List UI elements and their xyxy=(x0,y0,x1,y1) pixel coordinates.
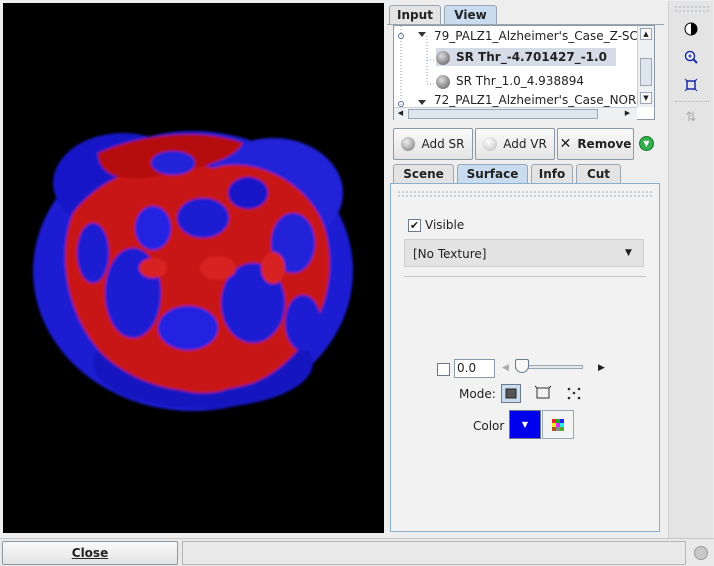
texture-value: [No Texture] xyxy=(413,247,487,261)
tab-info[interactable]: Info xyxy=(531,164,573,183)
tree-item-dataset[interactable]: 72_PALZ1_Alzheimer's_Case_NORM xyxy=(434,94,647,107)
expand-icon xyxy=(418,32,426,37)
remove-button[interactable]: ✕ Remove xyxy=(557,128,634,160)
mode-solid-button[interactable] xyxy=(501,384,521,403)
object-tree[interactable]: 79_PALZ1_Alzheimer's_Case_Z-SCO SR Thr_-… xyxy=(393,25,655,120)
add-sr-button[interactable]: Add SR xyxy=(393,128,473,160)
fit-view-icon xyxy=(684,78,698,92)
add-sr-icon xyxy=(401,137,416,151)
status-indicator-icon xyxy=(694,546,708,560)
mode-solid-icon xyxy=(505,388,517,399)
add-vr-label: Add VR xyxy=(503,137,547,151)
divider xyxy=(404,276,646,277)
scroll-thumb[interactable] xyxy=(408,109,598,119)
mode-points-button[interactable] xyxy=(564,384,584,403)
tab-input[interactable]: Input xyxy=(389,5,441,24)
color-picker-icon xyxy=(552,418,564,431)
add-sr-label: Add SR xyxy=(421,137,465,151)
color-picker-button[interactable] xyxy=(542,410,574,439)
tree-item-dataset[interactable]: 79_PALZ1_Alzheimer's_Case_Z-SCO xyxy=(434,27,647,45)
panel-grip xyxy=(397,190,653,198)
tab-surface[interactable]: Surface xyxy=(457,164,528,183)
slider-left-icon[interactable]: ◀ xyxy=(502,363,509,373)
scroll-right-icon[interactable]: ▶ xyxy=(622,108,633,119)
fit-view-button[interactable] xyxy=(677,73,705,97)
tree-item-sr[interactable]: SR Thr_1.0_4.938894 xyxy=(436,72,584,90)
remove-label: Remove xyxy=(577,137,632,151)
tree-item-label: SR Thr_1.0_4.938894 xyxy=(456,74,584,88)
toolbar-separator xyxy=(675,101,709,102)
close-button[interactable]: Close xyxy=(2,541,178,565)
brain-render xyxy=(33,131,353,411)
tree-item-label: SR Thr_-4.701427_-1.0 xyxy=(456,50,607,64)
mode-label: Mode: xyxy=(459,387,496,401)
add-vr-button[interactable]: Add VR xyxy=(475,128,555,160)
visible-checkbox[interactable]: ✔ xyxy=(408,219,421,232)
contrast-button[interactable] xyxy=(677,17,705,41)
tree-scrollbar-vertical[interactable]: ▲ ▼ xyxy=(637,26,654,107)
visible-label: Visible xyxy=(425,218,465,232)
render-viewport[interactable] xyxy=(3,3,384,533)
sync-icon: ⇅ xyxy=(685,109,697,125)
tab-view[interactable]: View xyxy=(444,5,497,24)
sphere-icon xyxy=(436,50,450,65)
tree-item-sr-selected[interactable]: SR Thr_-4.701427_-1.0 xyxy=(436,48,616,66)
scroll-up-icon[interactable]: ▲ xyxy=(640,28,652,40)
surface-panel: ✔ Visible [No Texture] ▼ 0.0 ◀ ▶ Mode: C… xyxy=(390,183,660,532)
sync-button[interactable]: ⇅ xyxy=(677,105,705,129)
sphere-icon xyxy=(436,74,450,89)
scroll-thumb[interactable] xyxy=(640,58,652,86)
tab-scene[interactable]: Scene xyxy=(393,164,454,183)
zoom-in-icon xyxy=(684,50,698,64)
dropdown-icon: ▼ xyxy=(521,420,529,429)
transparency-field[interactable]: 0.0 xyxy=(454,359,495,378)
tree-scrollbar-horizontal[interactable]: ◀ ▶ xyxy=(394,107,637,120)
expand-icon xyxy=(418,100,426,105)
toolbar-grip xyxy=(674,5,710,13)
zoom-in-button[interactable] xyxy=(677,45,705,69)
scroll-left-icon[interactable]: ◀ xyxy=(395,108,406,119)
right-toolbar: ⇅ xyxy=(668,1,713,538)
contrast-icon xyxy=(684,22,698,36)
transparency-checkbox[interactable] xyxy=(437,363,450,376)
green-arrow-icon[interactable]: ▼ xyxy=(639,136,654,151)
mode-wire-button[interactable] xyxy=(533,384,553,403)
dropdown-icon: ▼ xyxy=(625,248,632,258)
mode-wire-icon xyxy=(534,385,552,399)
color-swatch[interactable]: ▼ xyxy=(509,410,541,439)
mode-points-icon xyxy=(567,387,581,400)
status-bar: Close xyxy=(0,538,714,566)
scroll-down-icon[interactable]: ▼ xyxy=(640,92,652,104)
add-vr-icon xyxy=(483,137,498,151)
slider-thumb[interactable] xyxy=(515,359,529,373)
remove-icon: ✕ xyxy=(559,136,572,152)
tab-cut[interactable]: Cut xyxy=(576,164,621,183)
color-label: Color xyxy=(473,419,505,433)
texture-select[interactable]: [No Texture] ▼ xyxy=(404,239,644,267)
slider-right-icon[interactable]: ▶ xyxy=(598,363,605,373)
status-field xyxy=(182,541,686,565)
